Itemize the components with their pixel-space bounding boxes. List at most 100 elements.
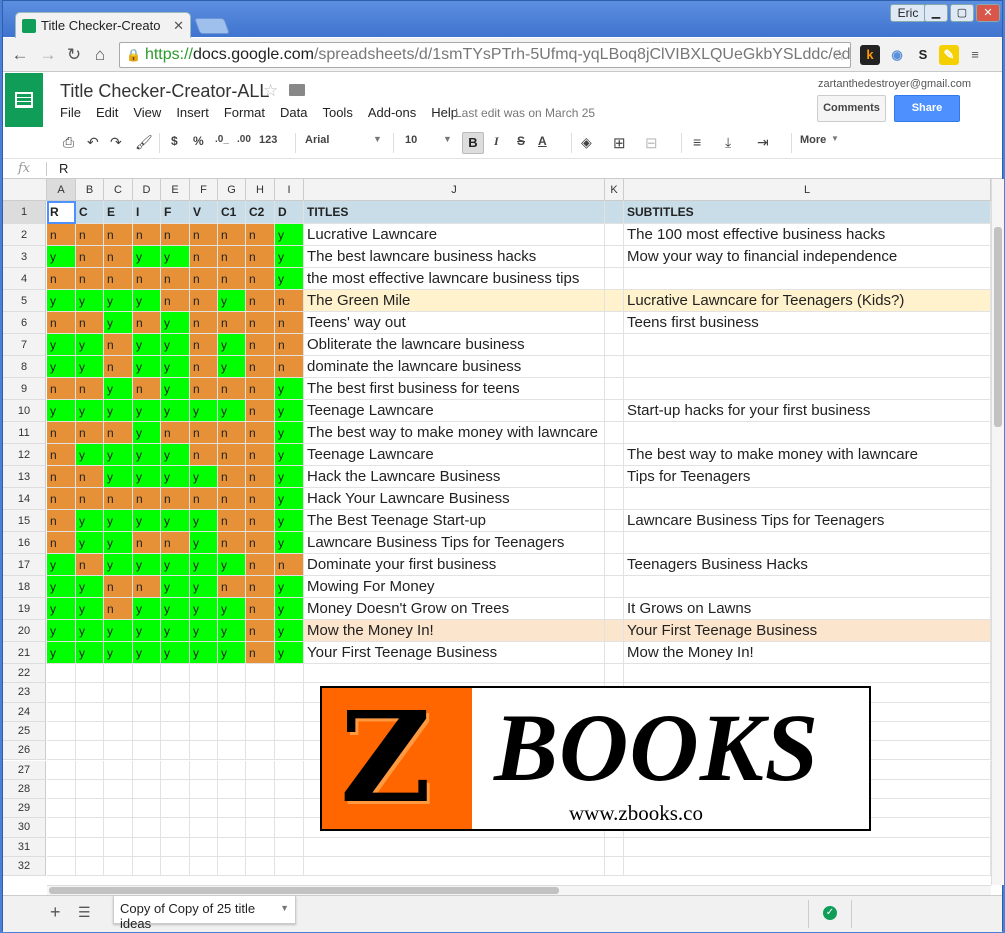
more-formats-button[interactable]: 123 xyxy=(259,134,277,146)
row-header-3[interactable]: 3 xyxy=(3,246,46,268)
subtitle-cell[interactable] xyxy=(624,422,991,444)
flag-cell[interactable]: y xyxy=(275,576,304,598)
flag-cell[interactable]: y xyxy=(47,598,76,620)
row-header-26[interactable]: 26 xyxy=(3,741,46,761)
flag-cell[interactable]: n xyxy=(218,466,246,488)
row-header-11[interactable]: 11 xyxy=(3,422,46,444)
flag-cell[interactable]: y xyxy=(47,576,76,598)
empty-cell[interactable] xyxy=(218,721,246,742)
flag-cell[interactable]: n xyxy=(133,224,161,246)
title-cell[interactable]: The best lawncare business hacks xyxy=(304,246,605,268)
flag-cell[interactable]: y xyxy=(133,554,161,576)
flag-cell[interactable]: n xyxy=(246,642,275,664)
flag-cell[interactable]: y xyxy=(47,554,76,576)
flag-cell[interactable]: y xyxy=(161,642,190,664)
empty-cell[interactable] xyxy=(218,741,246,761)
subtitle-cell[interactable]: Teens first business xyxy=(624,312,991,334)
menu-help[interactable]: Help xyxy=(431,105,458,120)
flag-cell[interactable]: y xyxy=(275,422,304,444)
flag-cell[interactable]: n xyxy=(218,246,246,268)
flag-cell[interactable]: y xyxy=(76,532,104,554)
flag-cell[interactable]: n xyxy=(275,290,304,312)
flag-cell[interactable]: n xyxy=(246,532,275,554)
text-color-button[interactable]: A xyxy=(538,134,547,148)
flag-cell[interactable]: n xyxy=(246,422,275,444)
empty-cell[interactable] xyxy=(47,837,76,857)
menu-format[interactable]: Format xyxy=(224,105,265,120)
empty-cell[interactable] xyxy=(47,683,76,703)
menu-addons[interactable]: Add-ons xyxy=(368,105,416,120)
flag-cell[interactable]: n xyxy=(246,268,275,290)
flag-cell[interactable]: y xyxy=(47,246,76,268)
flag-cell[interactable]: y xyxy=(76,598,104,620)
flag-cell[interactable]: y xyxy=(161,378,190,400)
title-cell[interactable]: the most effective lawncare business tip… xyxy=(304,268,605,290)
flag-cell[interactable]: n xyxy=(275,356,304,378)
empty-cell[interactable] xyxy=(161,857,190,877)
row-header-27[interactable]: 27 xyxy=(3,760,46,780)
title-cell[interactable]: Mow the Money In! xyxy=(304,620,605,642)
empty-cell[interactable] xyxy=(605,378,624,400)
title-cell[interactable]: Teenage Lawncare xyxy=(304,400,605,422)
flag-cell[interactable]: n xyxy=(133,532,161,554)
flag-cell[interactable]: y xyxy=(275,444,304,466)
title-cell[interactable]: Teens' way out xyxy=(304,312,605,334)
flag-cell[interactable]: y xyxy=(76,290,104,312)
paint-format-icon[interactable]: 🖌 xyxy=(135,134,153,151)
column-header-C[interactable]: C xyxy=(104,179,133,201)
row-header-32[interactable]: 32 xyxy=(3,857,46,877)
row-header-10[interactable]: 10 xyxy=(3,400,46,422)
empty-cell[interactable] xyxy=(605,290,624,312)
empty-cell[interactable] xyxy=(161,702,190,722)
flag-cell[interactable]: y xyxy=(133,466,161,488)
empty-cell[interactable] xyxy=(47,818,76,838)
empty-cell[interactable] xyxy=(133,664,161,684)
bold-button[interactable]: B xyxy=(462,132,484,154)
subtitle-cell[interactable]: The 100 most effective business hacks xyxy=(624,224,991,246)
flag-cell[interactable]: y xyxy=(190,620,218,642)
flag-cell[interactable]: n xyxy=(133,576,161,598)
comments-button[interactable]: Comments xyxy=(817,95,886,122)
empty-cell[interactable] xyxy=(246,721,275,742)
flag-cell[interactable]: n xyxy=(76,312,104,334)
empty-cell[interactable] xyxy=(624,837,991,857)
flag-cell[interactable]: n xyxy=(275,554,304,576)
flag-cell[interactable]: y xyxy=(218,554,246,576)
add-sheet-icon[interactable]: + xyxy=(50,902,61,923)
horizontal-scrollbar[interactable] xyxy=(47,885,991,895)
empty-cell[interactable] xyxy=(218,799,246,819)
row-header-23[interactable]: 23 xyxy=(3,683,46,703)
back-button[interactable]: ← xyxy=(9,45,31,65)
title-cell[interactable]: dominate the lawncare business xyxy=(304,356,605,378)
merge-cells-icon[interactable]: ⊟ xyxy=(645,134,658,152)
row-header-29[interactable]: 29 xyxy=(3,799,46,819)
flag-cell[interactable]: n xyxy=(76,268,104,290)
subtitle-cell[interactable] xyxy=(624,268,991,290)
document-title[interactable]: Title Checker-Creator-ALL xyxy=(60,81,269,102)
column-header-E[interactable]: E xyxy=(161,179,190,201)
row-header-25[interactable]: 25 xyxy=(3,721,46,742)
flag-cell[interactable]: n xyxy=(246,378,275,400)
flag-cell[interactable]: n xyxy=(47,488,76,510)
flag-cell[interactable]: n xyxy=(76,422,104,444)
menu-insert[interactable]: Insert xyxy=(176,105,209,120)
flag-cell[interactable]: n xyxy=(133,268,161,290)
flag-cell[interactable]: n xyxy=(218,268,246,290)
empty-cell[interactable] xyxy=(275,664,304,684)
header-cell-I[interactable]: I xyxy=(133,201,161,224)
flag-cell[interactable]: n xyxy=(246,554,275,576)
flag-cell[interactable]: y xyxy=(161,400,190,422)
empty-cell[interactable] xyxy=(190,857,218,877)
subtitle-cell[interactable]: Lucrative Lawncare for Teenagers (Kids?) xyxy=(624,290,991,312)
subtitle-cell[interactable]: The best way to make money with lawncare xyxy=(624,444,991,466)
row-header-20[interactable]: 20 xyxy=(3,620,46,642)
flag-cell[interactable]: y xyxy=(275,532,304,554)
flag-cell[interactable]: n xyxy=(47,510,76,532)
row-header-7[interactable]: 7 xyxy=(3,334,46,356)
flag-cell[interactable]: n xyxy=(133,488,161,510)
flag-cell[interactable]: n xyxy=(246,290,275,312)
s-extension-icon[interactable]: S xyxy=(913,45,933,65)
increase-decimal-button[interactable]: .00 xyxy=(237,134,251,145)
row-header-6[interactable]: 6 xyxy=(3,312,46,334)
flag-cell[interactable]: y xyxy=(190,642,218,664)
